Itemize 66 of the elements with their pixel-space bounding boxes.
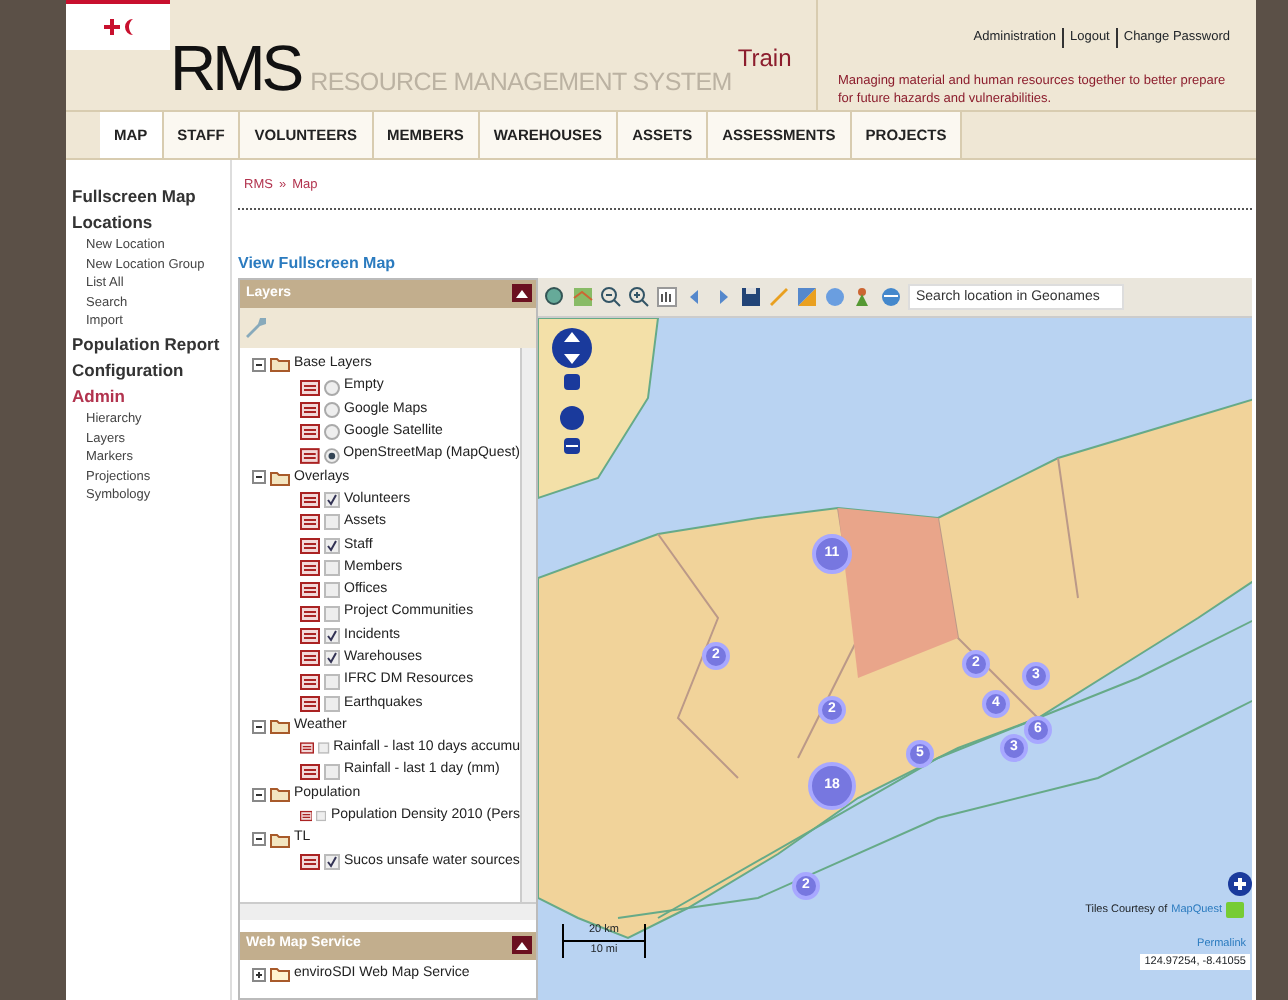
legend-icon: [300, 492, 320, 509]
cross-crescent-icon: [103, 18, 133, 36]
legend-icon: [300, 582, 320, 599]
area-icon[interactable]: [796, 285, 818, 308]
legend-icon: [300, 605, 320, 622]
radio-button[interactable]: [324, 424, 340, 441]
folder-icon: [270, 356, 290, 373]
horizontal-scrollbar[interactable]: [240, 901, 536, 920]
fullscreen-link[interactable]: View Fullscreen Map: [238, 253, 396, 272]
checkbox[interactable]: [324, 582, 340, 599]
zoom-in-icon[interactable]: [628, 285, 650, 308]
sidebar-heading[interactable]: Admin: [72, 383, 230, 410]
legend-icon: [300, 537, 320, 554]
radio-selected[interactable]: [323, 447, 340, 464]
checkbox-checked[interactable]: [324, 853, 340, 870]
sidebar-heading[interactable]: Fullscreen Map: [72, 184, 230, 210]
collapse-button[interactable]: [512, 284, 532, 303]
vertical-scrollbar[interactable]: [520, 347, 536, 902]
checkbox[interactable]: [324, 673, 340, 690]
wrench-icon: [246, 317, 266, 338]
folder-icon: [270, 786, 290, 803]
folder-icon: [270, 469, 290, 486]
legend-icon: [300, 695, 320, 712]
legend-icon: [300, 740, 314, 757]
checkbox-checked[interactable]: [324, 627, 340, 644]
sidebar-heading[interactable]: Configuration: [72, 357, 230, 384]
legend-icon: [300, 424, 320, 441]
sidebar-heading[interactable]: Locations: [72, 210, 230, 236]
legend-icon: [300, 808, 313, 825]
app-logo-text: RMS: [170, 30, 304, 106]
legend-icon: [300, 379, 320, 396]
checkbox[interactable]: [324, 605, 340, 622]
checkbox[interactable]: [324, 560, 340, 577]
legend-icon: [300, 514, 320, 531]
collapse-button[interactable]: [512, 936, 532, 955]
caret-icon: [516, 941, 528, 950]
map-icon[interactable]: [572, 285, 594, 308]
checkbox-checked[interactable]: [324, 650, 340, 667]
person-icon[interactable]: [852, 285, 874, 308]
checkbox-checked[interactable]: [324, 537, 340, 554]
folder-icon: [270, 718, 290, 735]
save-icon[interactable]: [740, 285, 762, 308]
plus-icon[interactable]: [1228, 871, 1252, 896]
legend-icon: [300, 560, 320, 577]
legend-icon: [300, 853, 320, 870]
folder-icon: [270, 966, 290, 983]
tiles-logo-icon: [1226, 901, 1244, 918]
caret-icon: [516, 289, 528, 298]
legend-icon: [300, 673, 320, 690]
radio-button[interactable]: [324, 379, 340, 396]
legend-icon: [300, 447, 320, 464]
checkbox[interactable]: [316, 808, 327, 825]
checkbox-checked[interactable]: [324, 492, 340, 509]
checkbox[interactable]: [324, 514, 340, 531]
folder-icon: [270, 831, 290, 848]
radio-button[interactable]: [324, 401, 340, 418]
checkbox[interactable]: [324, 763, 340, 780]
instance-label: Train: [737, 42, 792, 76]
zoom-out-icon[interactable]: [600, 285, 622, 308]
sidebar-heading[interactable]: Population Report: [72, 331, 230, 358]
legend-icon: [300, 627, 320, 644]
legend-icon: [300, 401, 320, 418]
checkbox[interactable]: [324, 695, 340, 712]
checkbox[interactable]: [318, 740, 330, 757]
legend-icon: [300, 650, 320, 667]
legend-icon: [300, 763, 320, 780]
